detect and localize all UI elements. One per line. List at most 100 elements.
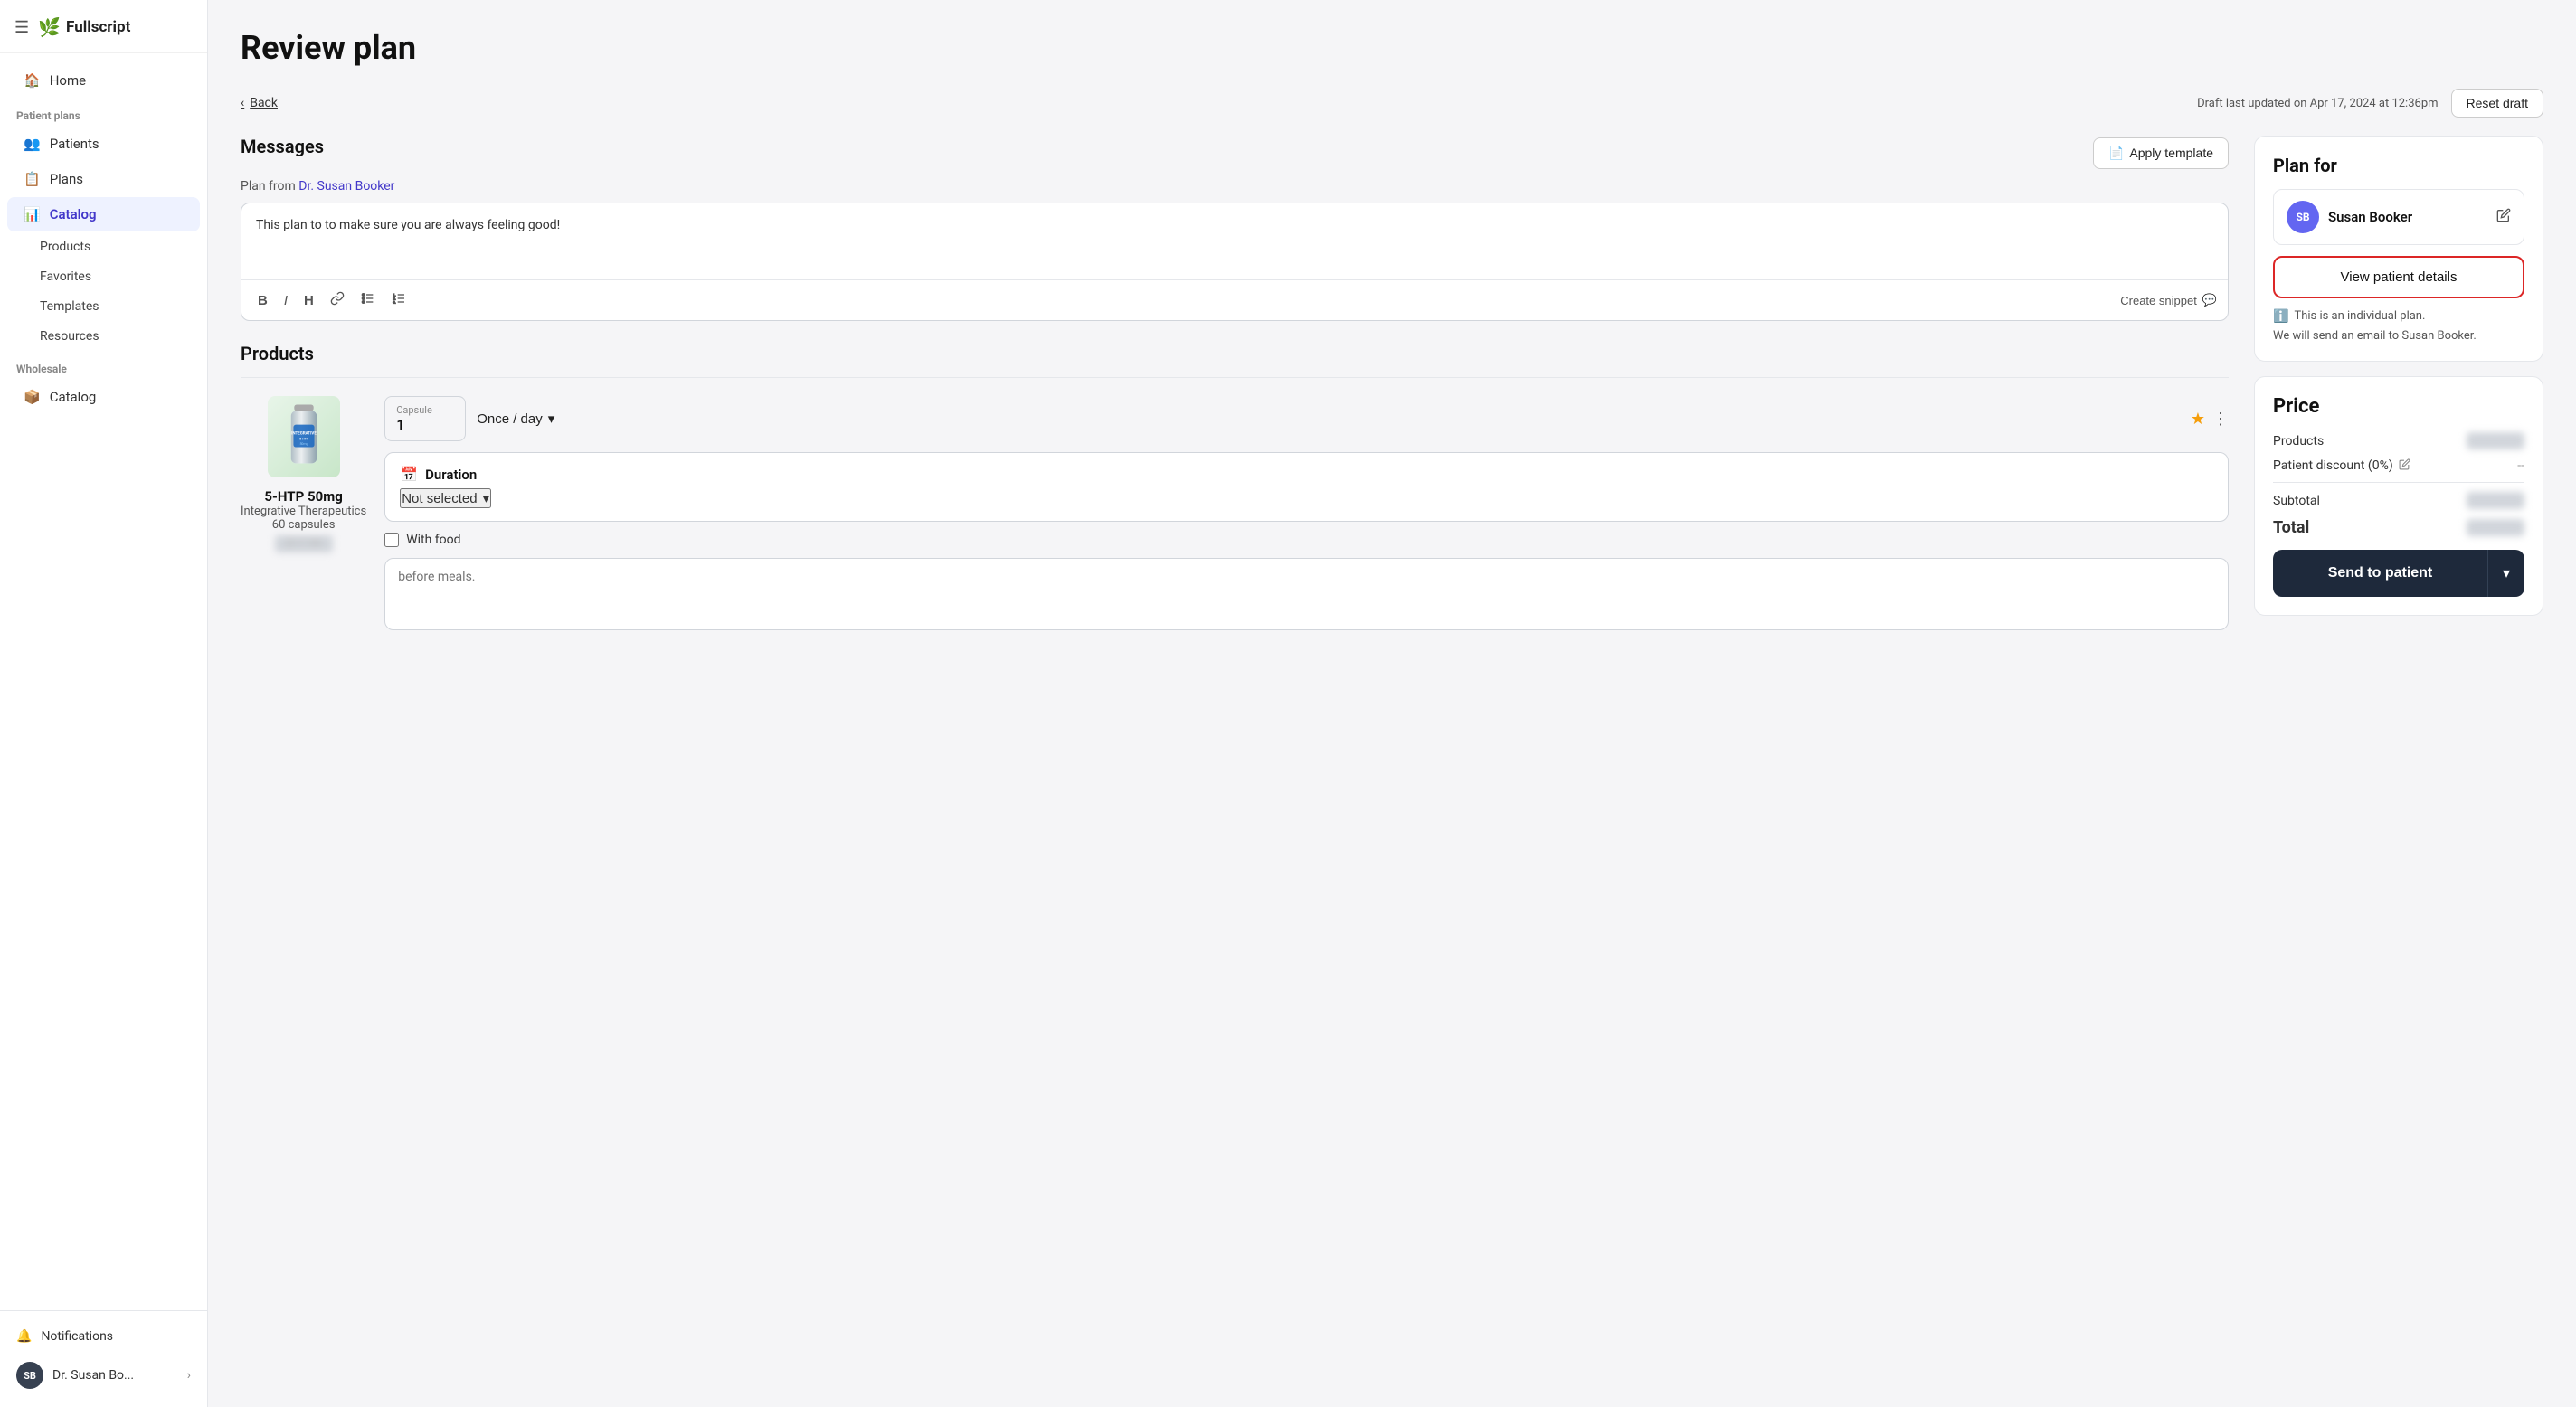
apply-template-label: Apply template: [2129, 146, 2213, 160]
products-section: Products: [241, 343, 2229, 634]
sidebar-item-home[interactable]: 🏠 Home: [7, 63, 200, 98]
svg-text:50mg: 50mg: [299, 442, 308, 446]
create-snippet-button[interactable]: Create snippet 💬: [2120, 293, 2217, 307]
sidebar-item-patients-label: Patients: [50, 136, 99, 152]
product-name: 5-HTP 50mg: [264, 488, 342, 505]
user-name: Dr. Susan Bo...: [52, 1368, 134, 1383]
messages-section-label: Messages: [241, 136, 324, 157]
sidebar-item-wholesale-catalog-label: Catalog: [50, 389, 97, 405]
plan-from-prefix: Plan from: [241, 179, 298, 194]
capsule-input-box: Capsule 1: [384, 396, 466, 441]
sidebar-sub-templates[interactable]: Templates: [7, 292, 200, 321]
main-content: Review plan Back Draft last updated on A…: [208, 0, 2576, 1407]
sidebar-sub-resources[interactable]: Resources: [7, 322, 200, 351]
content-layout: Messages 📄 Apply template Plan from Dr. …: [241, 136, 2543, 652]
sidebar-item-plans[interactable]: 📋 Plans: [7, 162, 200, 196]
bold-button[interactable]: B: [252, 289, 273, 312]
price-row-subtotal: Subtotal $17.99: [2273, 492, 2524, 509]
send-btn-row: Send to patient: [2273, 550, 2524, 597]
heading-button[interactable]: H: [298, 289, 319, 312]
favorite-button[interactable]: ★: [2191, 410, 2205, 429]
sidebar-item-patients[interactable]: 👥 Patients: [7, 127, 200, 161]
create-snippet-label: Create snippet: [2120, 294, 2197, 307]
notes-textarea[interactable]: [384, 558, 2229, 630]
product-image-area: INTEGRATIVE 5-HTP 50mg 5-HTP 50mg Integr…: [241, 396, 366, 552]
hamburger-icon[interactable]: ☰: [14, 18, 29, 37]
duration-box: 📅 Duration Not selected: [384, 452, 2229, 522]
chevron-left-icon: [241, 96, 246, 110]
duration-select-button[interactable]: Not selected: [400, 488, 491, 508]
notifications-icon: 🔔: [16, 1329, 32, 1344]
send-chevron-icon: [2503, 566, 2510, 581]
price-card: Price Products $17.99 Patient discount (…: [2254, 376, 2543, 616]
reset-draft-button[interactable]: Reset draft: [2451, 89, 2543, 118]
italic-button[interactable]: I: [279, 289, 293, 312]
with-food-row: With food: [384, 533, 2229, 547]
product-brand: Integrative Therapeutics: [241, 505, 366, 518]
product-price: $17.99: [275, 535, 333, 552]
more-options-button[interactable]: ⋮: [2212, 410, 2229, 429]
product-controls: Capsule 1 Once / day ★ ⋮: [384, 396, 2229, 634]
price-divider: [2273, 482, 2524, 483]
bullet-list-button[interactable]: [355, 288, 381, 313]
send-to-patient-button[interactable]: Send to patient: [2273, 550, 2487, 597]
with-food-label: With food: [406, 533, 460, 547]
page-title: Review plan: [241, 29, 2543, 67]
numbered-list-button[interactable]: 1.2.3.: [386, 288, 412, 313]
back-link[interactable]: Back: [241, 96, 278, 110]
sidebar-nav: 🏠 Home Patient plans 👥 Patients 📋 Plans …: [0, 53, 207, 1310]
draft-info-area: Draft last updated on Apr 17, 2024 at 12…: [2197, 89, 2543, 118]
sidebar-item-wholesale-catalog[interactable]: 📦 Catalog: [7, 380, 200, 414]
product-actions: ★ ⋮: [2191, 410, 2229, 429]
apply-template-button[interactable]: 📄 Apply template: [2093, 137, 2229, 169]
frequency-button[interactable]: Once / day: [477, 411, 554, 427]
user-avatar: SB: [16, 1362, 43, 1389]
sidebar-item-plans-label: Plans: [50, 171, 83, 187]
capsule-label: Capsule: [396, 404, 454, 416]
duration-chevron-icon: [483, 490, 490, 506]
sidebar-user[interactable]: SB Dr. Susan Bo... ›: [0, 1353, 207, 1398]
frequency-label: Once / day: [477, 411, 543, 427]
view-patient-details-button[interactable]: View patient details: [2273, 256, 2524, 298]
sidebar-notifications[interactable]: 🔔 Notifications: [0, 1320, 207, 1353]
top-bar: Back Draft last updated on Apr 17, 2024 …: [241, 89, 2543, 118]
sidebar-sub-templates-label: Templates: [40, 299, 99, 314]
duration-header: 📅 Duration: [400, 466, 2213, 483]
logo-text: Fullscript: [66, 18, 130, 36]
logo: 🌿 Fullscript: [38, 16, 130, 38]
duration-value-label: Not selected: [402, 491, 477, 506]
individual-plan-text: This is an individual plan.: [2294, 309, 2425, 323]
capsule-value: 1: [396, 416, 454, 433]
plan-from-link[interactable]: Dr. Susan Booker: [298, 179, 394, 194]
sidebar-sub-favorites[interactable]: Favorites: [7, 262, 200, 291]
products-section-label: Products: [241, 343, 2229, 364]
price-products-label: Products: [2273, 434, 2324, 449]
message-textarea[interactable]: This plan to to make sure you are always…: [242, 203, 2228, 276]
price-discount-value: --: [2517, 458, 2524, 473]
edit-discount-button[interactable]: [2399, 458, 2410, 473]
link-button[interactable]: [325, 288, 350, 313]
sidebar-sub-products[interactable]: Products: [7, 232, 200, 261]
catalog-icon: 📊: [24, 206, 41, 222]
patient-plans-label: Patient plans: [0, 99, 207, 126]
patients-icon: 👥: [24, 136, 41, 152]
patient-name: Susan Booker: [2328, 209, 2487, 225]
editor-toolbar: B I H 1.2.3. Create: [242, 279, 2228, 320]
sidebar-sub-products-label: Products: [40, 240, 90, 254]
leaf-icon: 🌿: [38, 16, 61, 38]
price-products-value: $17.99: [2467, 432, 2524, 449]
sidebar-sub-favorites-label: Favorites: [40, 269, 91, 284]
send-dropdown-button[interactable]: [2487, 550, 2524, 597]
price-row-products: Products $17.99: [2273, 432, 2524, 449]
patient-row: SB Susan Booker: [2273, 189, 2524, 245]
sidebar: ☰ 🌿 Fullscript 🏠 Home Patient plans 👥 Pa…: [0, 0, 208, 1407]
edit-patient-button[interactable]: [2496, 208, 2511, 227]
with-food-checkbox[interactable]: [384, 533, 399, 547]
price-discount-label: Patient discount (0%): [2273, 458, 2393, 473]
price-title: Price: [2273, 395, 2524, 418]
chevron-right-icon: ›: [187, 1368, 191, 1383]
sidebar-item-catalog[interactable]: 📊 Catalog: [7, 197, 200, 231]
sidebar-header: ☰ 🌿 Fullscript: [0, 0, 207, 53]
sidebar-notifications-label: Notifications: [41, 1329, 113, 1344]
sidebar-sub-resources-label: Resources: [40, 329, 99, 344]
